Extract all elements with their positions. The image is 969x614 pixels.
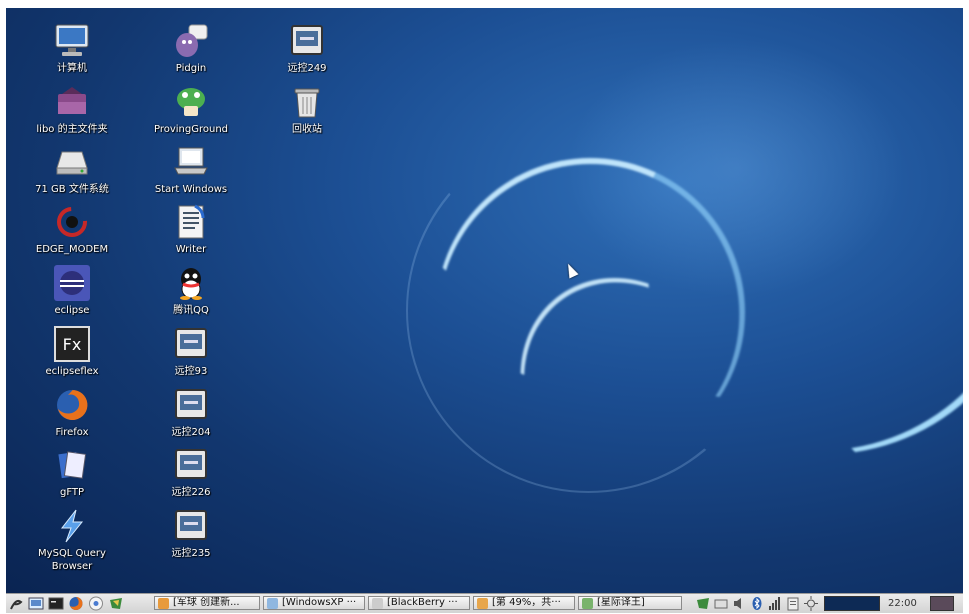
pidgin-icon [173, 23, 209, 59]
firefox-icon[interactable] [68, 596, 84, 611]
desktop-icon-remote93[interactable]: 远控93 [143, 326, 239, 378]
download-icon [477, 598, 488, 609]
desktop-icon-label: 回收站 [292, 124, 322, 135]
desktop-icon-label: 腾讯QQ [173, 305, 209, 316]
terminal-icon[interactable] [48, 596, 64, 611]
desktop-icon-gftp[interactable]: gFTP [24, 447, 120, 499]
desktop-icon-computer[interactable]: 计算机 [24, 23, 120, 75]
window-icon [372, 598, 383, 609]
gftp-icon [54, 447, 90, 483]
firefox-icon [54, 387, 90, 423]
desktop-icon-home-folder[interactable]: libo 的主文件夹 [24, 84, 120, 136]
remote-desktop-icon [173, 326, 209, 362]
desktop-icon-label: Pidgin [175, 63, 207, 74]
desktop-icon-trash[interactable]: 回收站 [259, 84, 355, 136]
desktop-icon-eclipseflex[interactable]: Fx eclipseflex [24, 326, 120, 378]
tray-app-icon[interactable] [696, 596, 710, 611]
taskbar-button[interactable]: [军球 创建新... [154, 596, 260, 610]
desktop-icon-proving-ground[interactable]: ProvingGround [143, 84, 239, 136]
flex-icon: Fx [54, 326, 90, 362]
brightness-icon[interactable] [804, 596, 818, 611]
remote-desktop-icon [173, 447, 209, 483]
home-folder-icon [54, 84, 90, 120]
desktop-icon-label: 71 GB 文件系统 [35, 184, 109, 195]
workspace-switcher[interactable] [930, 596, 954, 611]
taskbar-button[interactable]: [第 49%，共··· [473, 596, 575, 610]
drive-icon [54, 144, 90, 180]
taskbar-button[interactable]: [星际译王] [578, 596, 682, 610]
desktop-icon-label: 远控226 [171, 487, 211, 498]
taskbar-button-label: [星际译王] [597, 597, 645, 608]
desktop-icon-qq[interactable]: 腾讯QQ [143, 265, 239, 317]
trash-icon [289, 84, 325, 120]
desktop-icon-label: eclipseflex [45, 366, 99, 377]
desktop-icon-label: Start Windows [154, 184, 228, 195]
remote-desktop-icon [173, 387, 209, 423]
desktop-icon-label: MySQL Query Browser [38, 548, 106, 572]
taskbar: [军球 创建新... [WindowsXP ··· [BlackBerry ··… [6, 593, 963, 613]
desktop-icon-filesystem[interactable]: 71 GB 文件系统 [24, 144, 120, 196]
desktop-icon-label: eclipse [54, 305, 90, 316]
eclipse-icon [54, 265, 90, 301]
desktop-icon-remote204[interactable]: 远控204 [143, 387, 239, 439]
desktop-icon-eclipse[interactable]: eclipse [24, 265, 120, 317]
desktop-icon-edge-modem[interactable]: EDGE_MODEM [24, 204, 120, 256]
desktop-icon-remote249[interactable]: 远控249 [259, 23, 355, 75]
desktop-icon-label: 远控249 [287, 63, 327, 74]
desktop-icon-label: gFTP [59, 487, 85, 498]
desktop-icon-label: Firefox [55, 427, 89, 438]
desktop-icon-remote235[interactable]: 远控235 [143, 508, 239, 560]
remote-desktop-icon [289, 23, 325, 59]
desktop-icon-label: EDGE_MODEM [35, 244, 109, 255]
desktop-icon-mysql-query-browser[interactable]: MySQL Query Browser [24, 508, 120, 573]
desktop-icon-remote226[interactable]: 远控226 [143, 447, 239, 499]
writer-icon [173, 204, 209, 240]
taskbar-button-label: [BlackBerry ··· [387, 597, 458, 608]
laptop-icon [173, 144, 209, 180]
modem-icon [54, 204, 90, 240]
clipboard-icon[interactable] [786, 596, 800, 611]
desktop-icon-firefox[interactable]: Firefox [24, 387, 120, 439]
taskbar-button-label: [WindowsXP ··· [282, 597, 357, 608]
dictionary-icon [582, 598, 593, 609]
remote-desktop-icon [267, 598, 278, 609]
workspace-pager[interactable] [824, 596, 880, 611]
desktop-icon-label: Writer [175, 244, 207, 255]
volume-icon[interactable] [732, 596, 746, 611]
svg-text:Fx: Fx [63, 335, 82, 354]
desktop-icon-writer[interactable]: Writer [143, 204, 239, 256]
desktop-icon-label: ProvingGround [153, 124, 229, 135]
desktop-icon-label: 远控235 [171, 548, 211, 559]
signal-icon[interactable] [768, 596, 782, 611]
qq-icon [173, 265, 209, 301]
desktop-icon-label: libo 的主文件夹 [36, 124, 108, 135]
network-icon[interactable] [714, 596, 728, 611]
taskbar-button-label: [军球 创建新... [173, 597, 240, 608]
desktop[interactable]: 计算机 libo 的主文件夹 71 GB 文件系统 EDGE_MODEM ecl… [6, 8, 963, 593]
desktop-icon-pidgin[interactable]: Pidgin [143, 23, 239, 75]
show-desktop-icon[interactable] [28, 596, 44, 611]
app-icon[interactable] [108, 596, 124, 611]
desktop-icon-start-windows[interactable]: Start Windows [143, 144, 239, 196]
taskbar-button-label: [第 49%，共··· [492, 597, 561, 608]
mysql-icon [54, 508, 90, 544]
bluetooth-icon[interactable] [750, 596, 764, 611]
clock[interactable]: 22:00 [888, 596, 917, 611]
taskbar-button[interactable]: [WindowsXP ··· [263, 596, 365, 610]
desktop-icon-label: 远控93 [174, 366, 208, 377]
taskbar-button[interactable]: [BlackBerry ··· [368, 596, 470, 610]
proving-ground-icon [173, 84, 209, 120]
menu-icon[interactable] [8, 596, 24, 611]
qq-icon [158, 598, 169, 609]
desktop-icon-label: 远控204 [171, 427, 211, 438]
computer-icon [54, 23, 90, 59]
chrome-icon[interactable] [88, 596, 104, 611]
desktop-icon-label: 计算机 [57, 63, 87, 74]
remote-desktop-icon [173, 508, 209, 544]
